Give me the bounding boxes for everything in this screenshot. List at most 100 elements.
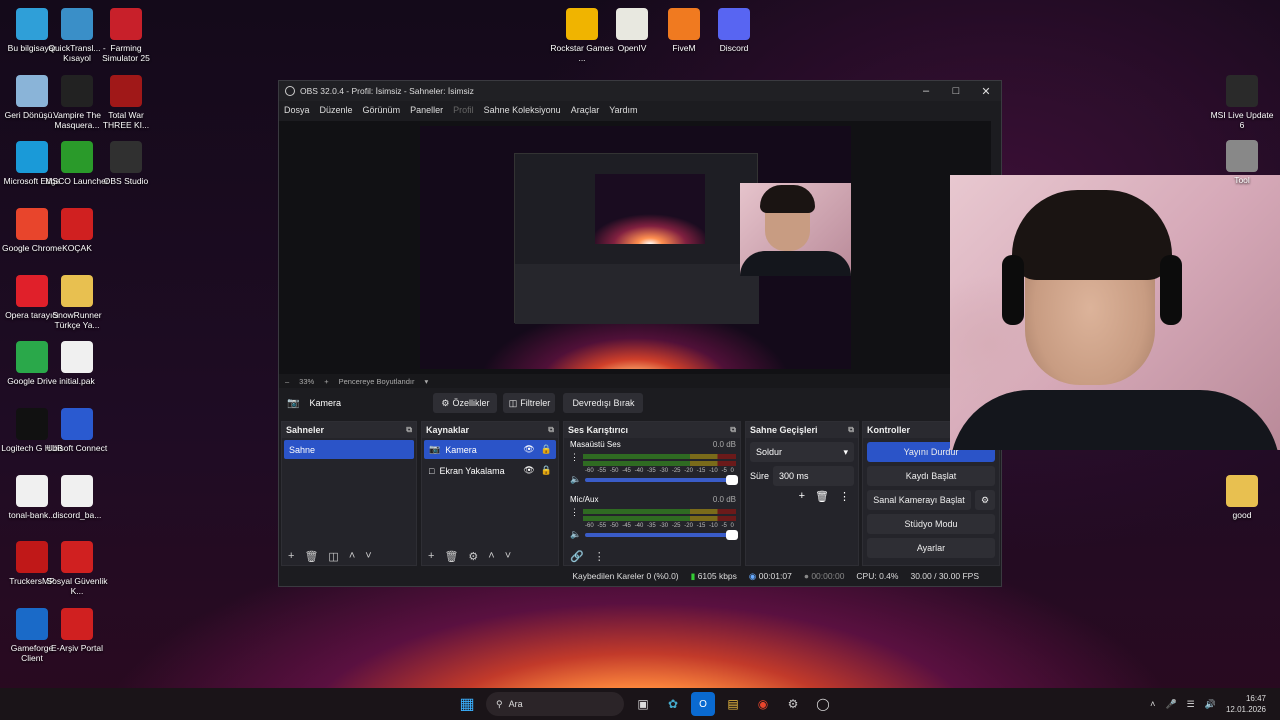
chevron-down-icon[interactable]: ▾ [424,377,428,386]
popout-icon[interactable]: ⧉ [730,425,736,435]
volume-slider[interactable] [585,529,738,540]
mixer-channel: Masaüstü Ses 0.0 dB ⋮ -60 -55 -50 -45 -40 -35-… [564,438,740,485]
add-source-button[interactable]: + [428,550,434,562]
menu-sahne-koleksiyonu[interactable]: Sahne Koleksiyonu [484,105,561,115]
volume-icon[interactable]: 🔊 [1205,699,1216,710]
network-icon[interactable]: ☰ [1187,699,1195,710]
add-transition-button[interactable]: + [799,490,805,503]
desktop-icon[interactable]: Farming Simulator 25 [94,8,158,63]
desktop-icon[interactable]: KOÇAK [45,208,109,253]
desktop-icon[interactable]: Ubisoft Connect [45,408,109,453]
task-view-icon[interactable]: ▣ [631,692,655,716]
minimize-button[interactable]: – [911,85,941,98]
record-icon: ● [803,571,809,581]
popout-icon[interactable]: ⧉ [548,425,554,435]
settings-icon[interactable]: ⚙ [781,692,805,716]
popout-icon[interactable]: ⧉ [406,425,412,435]
mixer-channel: Mic/Aux 0.0 dB ⋮ -60 -55 -50 -45 -40 -35 -30 -25… [564,485,740,540]
speaker-icon[interactable]: 🔈 [570,474,581,485]
link-icon[interactable]: 🔗 [570,550,584,563]
speaker-icon[interactable]: 🔈 [570,529,581,540]
move-down-button[interactable]: ˅ [365,550,371,562]
desktop-icon-label: Sosyal Güvenlik K... [46,576,108,596]
remove-transition-button[interactable]: 🗑 [815,490,829,503]
volume-slider[interactable] [585,474,738,485]
zoom-in-button[interactable]: + [324,377,328,386]
outlook-icon[interactable]: O [691,692,715,716]
zoom-mode[interactable]: Pencereye Boyutlandır [339,377,415,386]
desktop-icon[interactable]: Tool [1210,140,1274,185]
desktop-icon[interactable]: SnowRunner Türkçe Ya... [45,275,109,330]
lock-icon[interactable]: 🔒 [541,444,552,455]
menu-duzenle[interactable]: Düzenle [320,105,353,115]
studio-mode-button[interactable]: Stüdyo Modu [867,514,995,534]
filters-button[interactable]: ◫ Filtreler [503,393,556,413]
slider-knob[interactable] [726,529,738,540]
channel-menu-icon[interactable]: ⋮ [570,507,579,529]
visibility-eye-icon[interactable]: 👁 [523,444,534,455]
transitions-title: Sahne Geçişleri [750,425,818,435]
desktop-icon[interactable]: Discord [702,8,766,53]
more-options-icon[interactable]: ⋮ [839,490,850,503]
obs-taskbar-icon[interactable]: ◯ [811,692,835,716]
menu-paneller[interactable]: Paneller [410,105,443,115]
add-scene-button[interactable]: + [288,550,294,562]
desktop-icon[interactable]: Total War THREE KI... [94,75,158,130]
recycle-bin-icon [16,75,48,107]
move-up-button[interactable]: ˄ [488,550,494,562]
desktop-icon[interactable]: Sosyal Güvenlik K... [45,541,109,596]
chevron-up-icon[interactable]: ˄ [1150,699,1155,709]
desktop-icon[interactable]: good [1210,475,1274,520]
source-settings-button[interactable]: ⚙ [468,550,478,563]
menu-profil[interactable]: Profil [453,105,474,115]
transition-select[interactable]: Soldur ▾ [750,442,854,462]
move-down-button[interactable]: ˅ [505,550,511,562]
pdf-icon [61,208,93,240]
more-options-icon[interactable]: ⋮ [594,550,605,563]
zoom-out-button[interactable]: – [285,377,289,386]
deactivate-button[interactable]: Devredışı Bırak [563,393,644,413]
file-explorer-icon[interactable]: ▤ [721,692,745,716]
scene-item[interactable]: Sahne [284,440,414,459]
maximize-button[interactable]: □ [941,85,971,98]
search-box[interactable]: ⚲ Ara [486,692,624,716]
desktop-icon[interactable]: discord_ba... [45,475,109,520]
desktop-icon[interactable]: MSI Live Update 6 [1210,75,1274,130]
visibility-eye-icon[interactable]: 👁 [523,465,534,476]
source-item-kamera[interactable]: 📷 Kamera 👁 🔒 [424,440,556,459]
desktop-icon[interactable]: OBS Studio [94,141,158,186]
move-up-button[interactable]: ˄ [349,550,355,562]
copilot-icon[interactable]: ✿ [661,692,685,716]
camera-icon: 📷 [287,397,300,409]
remove-source-button[interactable]: 🗑 [444,550,458,563]
source-item-ekran-yakalama[interactable]: □ Ekran Yakalama 👁 🔒 [424,461,556,480]
close-button[interactable]: ✕ [971,85,1001,98]
menu-yardim[interactable]: Yardım [609,105,637,115]
volume-meter [583,454,736,459]
scene-filters-button[interactable]: ◫ [328,550,338,563]
chrome-icon[interactable]: ◉ [751,692,775,716]
microphone-icon[interactable]: 🎤 [1165,699,1176,710]
desktop-icon[interactable]: E-Arşiv Portal [45,608,109,653]
lock-icon[interactable]: 🔒 [541,465,552,476]
popout-icon[interactable]: ⧉ [848,425,854,435]
menu-araclar[interactable]: Araçlar [571,105,600,115]
duration-input[interactable]: 300 ms [773,466,854,486]
menu-gorunum[interactable]: Görünüm [363,105,401,115]
properties-button[interactable]: ⚙ Özellikler [433,393,498,413]
desktop-icon[interactable]: initial.pak [45,341,109,386]
menu-dosya[interactable]: Dosya [284,105,310,115]
preview-area[interactable] [279,121,991,374]
preview-canvas[interactable] [420,126,851,369]
slider-knob[interactable] [726,474,738,485]
start-recording-button[interactable]: Kaydı Başlat [867,466,995,486]
desktop-icon-label: KOÇAK [62,243,92,253]
channel-menu-icon[interactable]: ⋮ [570,452,579,474]
start-virtual-camera-button[interactable]: Sanal Kamerayı Başlat [867,490,971,510]
virtual-camera-settings-button[interactable]: ⚙ [975,490,995,510]
clock[interactable]: 16:47 12.01.2026 [1226,693,1266,715]
remove-scene-button[interactable]: 🗑 [304,550,318,563]
start-button[interactable]: ▦ [455,692,479,716]
bitrate: ▮ 6105 kbps [690,570,737,581]
settings-button[interactable]: Ayarlar [867,538,995,558]
